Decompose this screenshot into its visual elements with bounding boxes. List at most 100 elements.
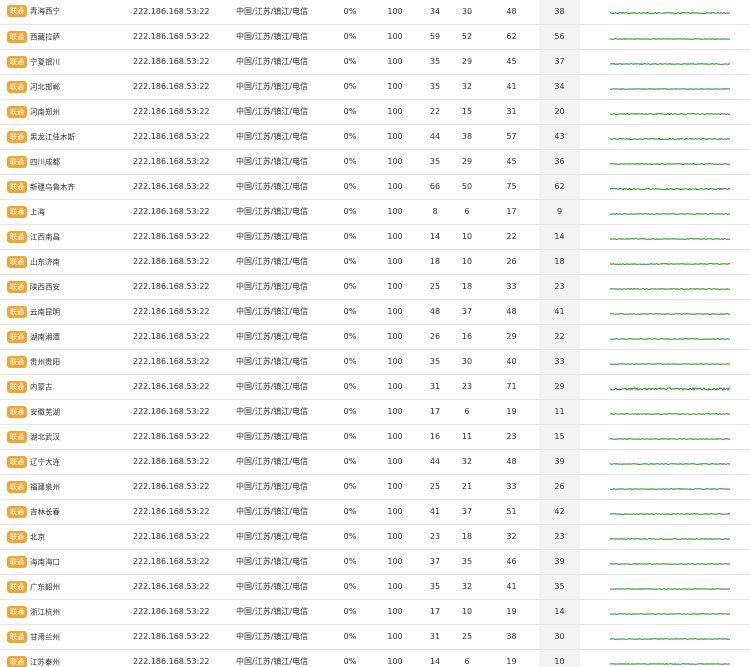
table-row[interactable]: 联通 福建泉州 222.186.168.53:22 中国/江苏/镇江/电信 0% … <box>0 474 750 500</box>
latency-sparkline-cell <box>580 574 750 600</box>
last-latency: 59 <box>420 24 450 50</box>
node-name: 新疆乌鲁木齐 <box>30 182 75 191</box>
table-row[interactable]: 联通 陕西西安 222.186.168.53:22 中国/江苏/镇江/电信 0% … <box>0 274 750 300</box>
table-row[interactable]: 联通 上海 222.186.168.53:22 中国/江苏/镇江/电信 0% 10… <box>0 199 750 225</box>
latency-sparkline-cell <box>580 224 750 250</box>
node-name: 宁夏银川 <box>30 57 60 66</box>
loss-rate: 0% <box>330 149 370 175</box>
sent-count: 100 <box>370 574 420 600</box>
max-latency: 75 <box>484 174 539 200</box>
latency-sparkline <box>610 112 730 115</box>
last-latency: 31 <box>420 374 450 400</box>
table-row[interactable]: 联通 西藏拉萨 222.186.168.53:22 中国/江苏/镇江/电信 0% … <box>0 24 750 50</box>
table-row[interactable]: 联通 内蒙古 222.186.168.53:22 中国/江苏/镇江/电信 0% 1… <box>0 374 750 400</box>
min-latency: 52 <box>450 24 484 50</box>
table-row[interactable]: 联通 江西南昌 222.186.168.53:22 中国/江苏/镇江/电信 0% … <box>0 224 750 250</box>
sent-count: 100 <box>370 0 420 25</box>
last-latency: 31 <box>420 624 450 650</box>
node-name: 湖南湘潭 <box>30 332 60 341</box>
loss-rate: 0% <box>330 624 370 650</box>
sent-count: 100 <box>370 274 420 300</box>
min-latency: 10 <box>450 599 484 625</box>
table-row[interactable]: 联通 湖北武汉 222.186.168.53:22 中国/江苏/镇江/电信 0% … <box>0 424 750 450</box>
latency-sparkline <box>610 562 730 565</box>
table-row[interactable]: 联通 河北邯郸 222.186.168.53:22 中国/江苏/镇江/电信 0% … <box>0 74 750 100</box>
isp-badge: 联通 <box>7 305 27 318</box>
sent-count: 100 <box>370 299 420 325</box>
node-cell: 联通 吉林长春 <box>0 499 128 525</box>
table-row[interactable]: 联通 北京 222.186.168.53:22 中国/江苏/镇江/电信 0% 10… <box>0 524 750 550</box>
table-row[interactable]: 联通 浙江杭州 222.186.168.53:22 中国/江苏/镇江/电信 0% … <box>0 599 750 625</box>
table-row[interactable]: 联通 安徽芜湖 222.186.168.53:22 中国/江苏/镇江/电信 0% … <box>0 399 750 425</box>
node-name: 甘肃兰州 <box>30 632 60 641</box>
table-row[interactable]: 联通 黑龙江佳木斯 222.186.168.53:22 中国/江苏/镇江/电信 0… <box>0 124 750 150</box>
min-latency: 6 <box>450 199 484 225</box>
sent-count: 100 <box>370 324 420 350</box>
target-ip: 222.186.168.53:22 <box>128 324 233 350</box>
sparkline-path <box>610 62 730 65</box>
table-row[interactable]: 联通 新疆乌鲁木齐 222.186.168.53:22 中国/江苏/镇江/电信 0… <box>0 174 750 200</box>
last-latency: 25 <box>420 274 450 300</box>
table-row[interactable]: 联通 宁夏银川 222.186.168.53:22 中国/江苏/镇江/电信 0% … <box>0 49 750 75</box>
min-latency: 29 <box>450 149 484 175</box>
node-name: 福建泉州 <box>30 482 60 491</box>
last-latency: 26 <box>420 324 450 350</box>
sparkline-path <box>610 537 730 540</box>
table-row[interactable]: 联通 青海西宁 222.186.168.53:22 中国/江苏/镇江/电信 0% … <box>0 0 750 25</box>
loss-rate: 0% <box>330 224 370 250</box>
node-name: 云南昆明 <box>30 307 60 316</box>
ip-location: 中国/江苏/镇江/电信 <box>233 149 330 175</box>
table-row[interactable]: 联通 江苏泰州 222.186.168.53:22 中国/江苏/镇江/电信 0% … <box>0 649 750 667</box>
loss-rate: 0% <box>330 549 370 575</box>
ip-location: 中国/江苏/镇江/电信 <box>233 374 330 400</box>
node-name: 北京 <box>30 532 45 541</box>
table-row[interactable]: 联通 吉林长春 222.186.168.53:22 中国/江苏/镇江/电信 0% … <box>0 499 750 525</box>
isp-badge: 联通 <box>7 155 27 168</box>
sent-count: 100 <box>370 74 420 100</box>
max-latency: 29 <box>484 324 539 350</box>
last-latency: 17 <box>420 399 450 425</box>
last-latency: 22 <box>420 99 450 125</box>
latency-sparkline <box>610 262 730 265</box>
sparkline-path <box>610 512 730 515</box>
isp-badge: 联通 <box>7 205 27 218</box>
table-row[interactable]: 联通 云南昆明 222.186.168.53:22 中国/江苏/镇江/电信 0% … <box>0 299 750 325</box>
table-row[interactable]: 联通 辽宁大连 222.186.168.53:22 中国/江苏/镇江/电信 0% … <box>0 449 750 475</box>
node-cell: 联通 内蒙古 <box>0 374 128 400</box>
table-row[interactable]: 联通 河南郑州 222.186.168.53:22 中国/江苏/镇江/电信 0% … <box>0 99 750 125</box>
node-cell: 联通 广东韶州 <box>0 574 128 600</box>
latency-sparkline <box>610 462 730 465</box>
node-name: 河南郑州 <box>30 107 60 116</box>
max-latency: 41 <box>484 574 539 600</box>
node-name: 湖北武汉 <box>30 432 60 441</box>
table-row[interactable]: 联通 甘肃兰州 222.186.168.53:22 中国/江苏/镇江/电信 0% … <box>0 624 750 650</box>
ip-location: 中国/江苏/镇江/电信 <box>233 324 330 350</box>
latency-sparkline <box>610 212 730 215</box>
table-row[interactable]: 联通 湖南湘潭 222.186.168.53:22 中国/江苏/镇江/电信 0% … <box>0 324 750 350</box>
latency-sparkline <box>610 587 730 590</box>
node-name: 四川成都 <box>30 157 60 166</box>
sent-count: 100 <box>370 624 420 650</box>
avg-latency: 23 <box>539 274 580 300</box>
avg-latency: 42 <box>539 499 580 525</box>
loss-rate: 0% <box>330 374 370 400</box>
ip-location: 中国/江苏/镇江/电信 <box>233 124 330 150</box>
node-name: 西藏拉萨 <box>30 32 60 41</box>
table-row[interactable]: 联通 四川成都 222.186.168.53:22 中国/江苏/镇江/电信 0% … <box>0 149 750 175</box>
node-cell: 联通 新疆乌鲁木齐 <box>0 174 128 200</box>
node-cell: 联通 青海西宁 <box>0 0 128 25</box>
table-row[interactable]: 联通 广东韶州 222.186.168.53:22 中国/江苏/镇江/电信 0% … <box>0 574 750 600</box>
loss-rate: 0% <box>330 99 370 125</box>
target-ip: 222.186.168.53:22 <box>128 499 233 525</box>
table-row[interactable]: 联通 山东济南 222.186.168.53:22 中国/江苏/镇江/电信 0% … <box>0 249 750 275</box>
isp-badge: 联通 <box>7 605 27 618</box>
table-row[interactable]: 联通 贵州贵阳 222.186.168.53:22 中国/江苏/镇江/电信 0% … <box>0 349 750 375</box>
sent-count: 100 <box>370 524 420 550</box>
min-latency: 38 <box>450 124 484 150</box>
min-latency: 21 <box>450 474 484 500</box>
max-latency: 48 <box>484 449 539 475</box>
node-name: 广东韶州 <box>30 582 60 591</box>
table-row[interactable]: 联通 海南海口 222.186.168.53:22 中国/江苏/镇江/电信 0% … <box>0 549 750 575</box>
node-cell: 联通 浙江杭州 <box>0 599 128 625</box>
latency-sparkline <box>610 362 730 365</box>
